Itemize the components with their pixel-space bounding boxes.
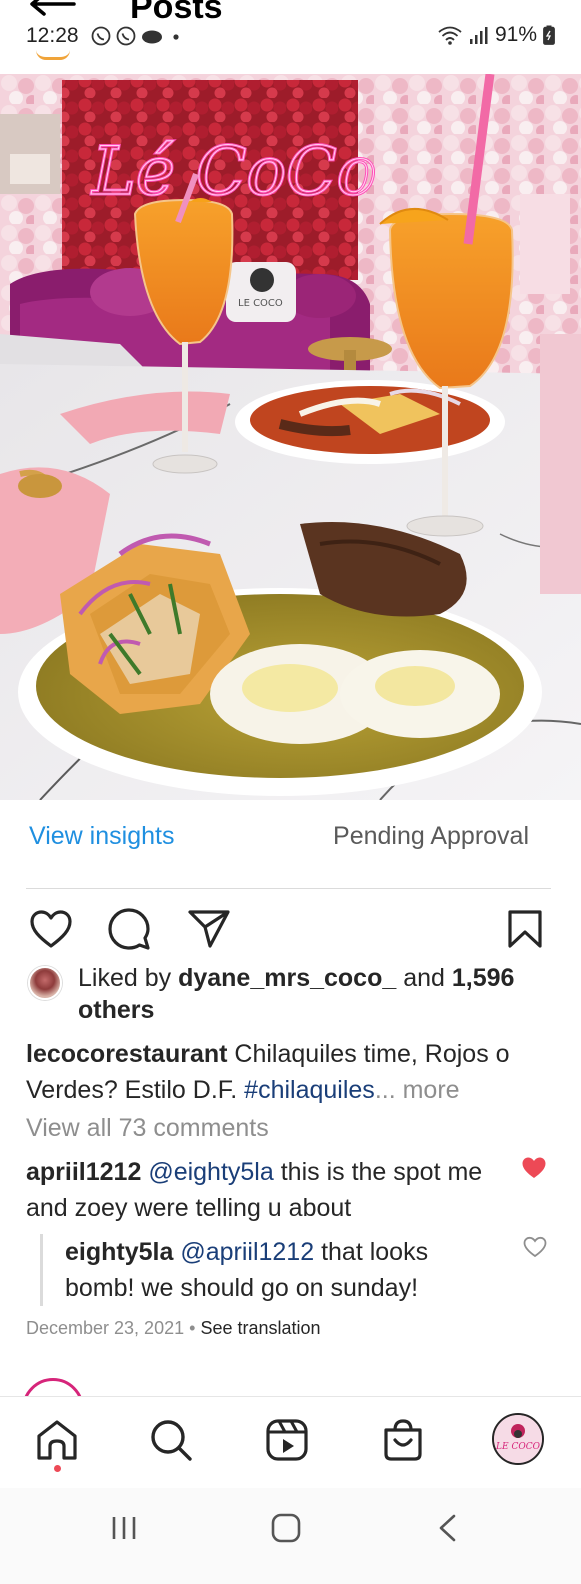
back-system-button[interactable] xyxy=(428,1508,468,1548)
home-system-button[interactable] xyxy=(266,1508,306,1548)
home-active-dot xyxy=(54,1465,61,1472)
search-icon xyxy=(151,1420,192,1461)
dot-icon xyxy=(167,25,185,52)
share-button[interactable] xyxy=(186,906,232,952)
post-actions xyxy=(0,906,581,956)
profile-logo-text: LE COCO xyxy=(495,1442,541,1452)
comment-button[interactable] xyxy=(106,906,152,952)
battery-icon xyxy=(543,25,555,45)
likes-count[interactable]: 1,596 xyxy=(452,964,515,992)
whatsapp-icon xyxy=(115,25,137,52)
likes-suffix[interactable]: others xyxy=(78,996,154,1024)
view-insights-link[interactable]: View insights xyxy=(29,822,174,851)
back-arrow-icon[interactable] xyxy=(28,0,76,16)
reply-username[interactable]: eighty5la xyxy=(65,1238,173,1266)
wifi-icon xyxy=(438,26,462,45)
see-translation-link[interactable]: See translation xyxy=(200,1318,320,1338)
recent-apps-button[interactable] xyxy=(104,1508,144,1548)
nav-search[interactable] xyxy=(148,1417,194,1463)
post-date: December 23, 2021 xyxy=(26,1318,185,1338)
liker-username[interactable]: dyane_mrs_coco_ xyxy=(178,964,396,992)
likes-text: Liked by dyane_mrs_coco_ and 1,596 other… xyxy=(78,962,558,1026)
comment-mention[interactable]: @eighty5la xyxy=(148,1158,273,1186)
whatsapp-icon xyxy=(90,25,112,52)
notification-icons xyxy=(90,25,185,52)
battery-percent: 91% xyxy=(494,23,537,46)
bottom-nav: LE COCO xyxy=(0,1396,581,1488)
comment: apriil1212 @eighty5la this is the spot m… xyxy=(26,1154,506,1226)
caption-username[interactable]: lecocorestaurant xyxy=(26,1040,227,1068)
heart-icon xyxy=(30,910,72,948)
svg-text:LE COCO: LE COCO xyxy=(238,298,283,309)
nav-home[interactable] xyxy=(34,1417,80,1463)
heart-outline-icon[interactable] xyxy=(523,1236,547,1258)
bookmark-icon xyxy=(508,910,542,948)
date-separator: • xyxy=(189,1318,196,1338)
nav-shop[interactable] xyxy=(380,1417,426,1463)
system-nav-bar xyxy=(0,1488,581,1584)
save-button[interactable] xyxy=(502,906,548,952)
view-all-comments-link[interactable]: View all 73 comments xyxy=(26,1114,269,1143)
recent-apps-icon xyxy=(112,1517,136,1539)
shop-icon xyxy=(384,1419,422,1461)
comment-icon xyxy=(108,908,150,950)
home-square-icon xyxy=(271,1513,301,1543)
post-photo[interactable]: Lé CoCo Lé CoCo LE COCO xyxy=(0,74,581,800)
nav-reels[interactable] xyxy=(264,1417,310,1463)
heart-filled-icon[interactable] xyxy=(521,1156,547,1180)
avatar-ring-peek xyxy=(36,50,70,60)
caption-more-link[interactable]: ... more xyxy=(375,1076,460,1104)
likes-and: and xyxy=(403,964,445,992)
insights-row: View insights Pending Approval xyxy=(0,800,581,890)
clock: 12:28 xyxy=(26,24,79,47)
reels-icon xyxy=(266,1419,308,1461)
likes-prefix: Liked by xyxy=(78,964,172,992)
home-icon xyxy=(37,1420,77,1460)
send-icon xyxy=(188,910,230,948)
approval-status: Pending Approval xyxy=(333,822,529,850)
status-bar: Posts 12:28 91% xyxy=(0,0,581,74)
reply-mention[interactable]: @apriil1212 xyxy=(180,1238,314,1266)
liker-avatar xyxy=(28,966,62,1000)
cloud-icon xyxy=(140,25,164,52)
divider xyxy=(26,888,551,889)
nav-profile-avatar[interactable]: LE COCO xyxy=(492,1413,544,1465)
system-indicators: 91% xyxy=(437,23,555,47)
page-title: Posts xyxy=(130,0,223,26)
signal-icon xyxy=(469,27,488,44)
caption-hashtag[interactable]: #chilaquiles xyxy=(244,1076,375,1104)
comment-username[interactable]: apriil1212 xyxy=(26,1158,141,1186)
comment-reply: eighty5la @apriil1212 that looks bomb! w… xyxy=(40,1234,500,1306)
likes-summary[interactable]: Liked by dyane_mrs_coco_ and 1,596 other… xyxy=(28,962,558,1026)
chevron-left-icon xyxy=(439,1514,456,1542)
like-button[interactable] xyxy=(28,906,74,952)
post-date-row: December 23, 2021 • See translation xyxy=(26,1318,321,1339)
neon-sign-glow: Lé CoCo xyxy=(91,133,376,210)
post-caption: lecocorestaurant Chilaquiles time, Rojos… xyxy=(26,1036,556,1108)
